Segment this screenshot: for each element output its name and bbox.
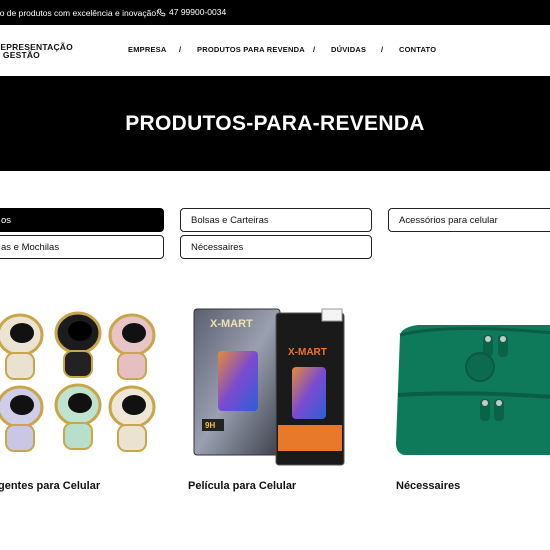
product-title-necessaires[interactable]: Nécessaires [396,480,460,492]
nav-item-produtos[interactable]: PRODUTOS PARA REVENDA [197,45,305,54]
nav-item-duvidas[interactable]: DÚVIDAS [331,45,366,54]
logo-line-2: & GESTÃO [0,50,40,60]
category-filter-active[interactable]: os [0,208,164,232]
product-image-necessaire[interactable] [388,295,550,470]
category-filter-mochilas[interactable]: as e Mochilas [0,235,164,259]
category-filter-bolsas[interactable]: Bolsas e Carteiras [180,208,372,232]
nav-item-empresa[interactable]: EMPRESA [128,45,167,54]
nav-separator: / [313,45,316,54]
tagline: ução de produtos com excelência e inovaç… [0,8,159,18]
logo[interactable]: REPRESENTAÇÃO & GESTÃO [0,43,73,60]
category-filter-acessorios[interactable]: Acessórios para celular [388,208,550,232]
product-image-screen-protectors[interactable]: X-MART 9H X-MART [190,295,360,470]
hero-banner: PRODUTOS-PARA-REVENDA [0,76,550,171]
page-title: PRODUTOS-PARA-REVENDA [125,111,425,135]
product-title-peliculas[interactable]: Película para Celular [188,480,296,492]
top-bar: ução de produtos com excelência e inovaç… [0,0,550,25]
site-header: REPRESENTAÇÃO & GESTÃO EMPRESA / PRODUTO… [0,25,550,76]
product-title-holders[interactable]: gentes para Celular [0,480,100,492]
phone-link[interactable]: 47 99900-0034 [157,7,226,17]
phone-number: 47 99900-0034 [169,7,227,17]
box-brand-text-2: X-MART [288,347,327,358]
category-filter-necessaires[interactable]: Nécessaires [180,235,372,259]
nav-item-contato[interactable]: CONTATO [399,45,436,54]
nav-separator: / [381,45,384,54]
box-brand-text: X-MART [210,318,253,330]
nav-separator: / [179,45,182,54]
product-image-phone-holders[interactable] [0,295,162,470]
phone-icon [157,8,166,16]
badge-9h: 9H [205,421,215,430]
